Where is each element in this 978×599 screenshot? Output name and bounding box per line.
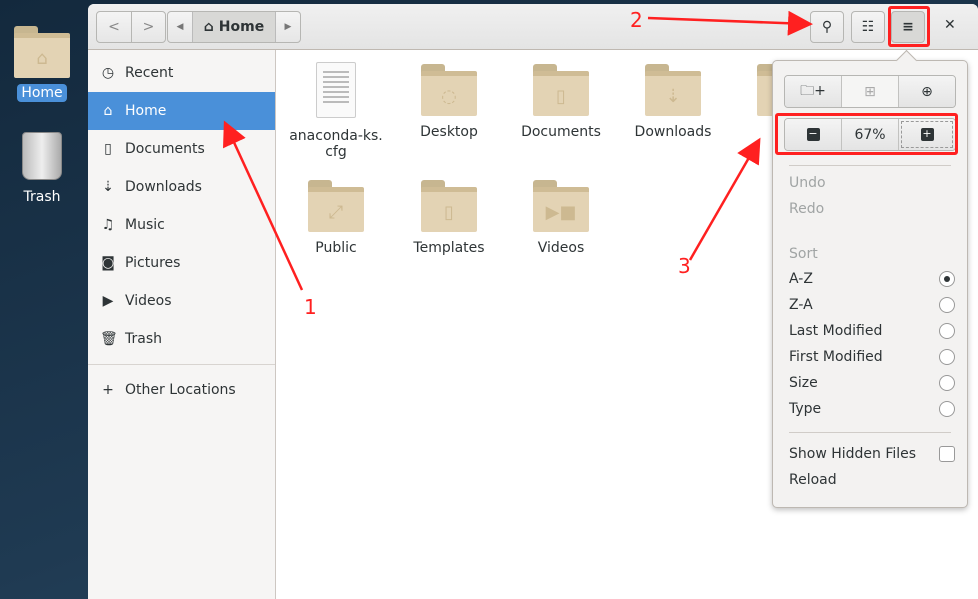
- annotation-arrows: [223, 10, 813, 291]
- annotation-arrow-2: [647, 10, 813, 36]
- annotation-number-2: 2: [630, 8, 643, 32]
- annotation-number-1: 1: [304, 295, 317, 319]
- annotation-arrow-3: [688, 137, 761, 261]
- annotation-arrow-1: [223, 120, 304, 291]
- annotation-number-3: 3: [678, 254, 691, 278]
